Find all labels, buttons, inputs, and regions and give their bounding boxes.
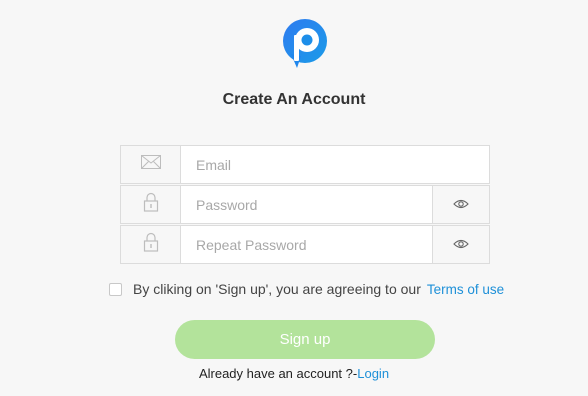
lock-icon: [143, 192, 159, 217]
envelope-icon: [140, 155, 161, 174]
password-addon: [120, 185, 181, 224]
terms-agreement-text: By cliking on 'Sign up', you are agreein…: [133, 281, 421, 297]
login-prompt-text: Already have an account ?-: [198, 366, 358, 381]
repeat-password-field: [120, 225, 490, 264]
app-logo-icon: [281, 18, 329, 70]
login-link[interactable]: Login: [357, 366, 389, 381]
repeat-password-visibility-toggle[interactable]: [433, 225, 490, 264]
terms-of-use-link[interactable]: Terms of use: [427, 282, 504, 297]
password-input[interactable]: [196, 196, 432, 213]
password-field: [120, 185, 490, 224]
lock-icon: [143, 232, 159, 257]
login-prompt: Already have an account ?-Login: [0, 366, 588, 381]
eye-icon: [453, 196, 469, 214]
signup-button[interactable]: Sign up: [175, 320, 435, 359]
password-visibility-toggle[interactable]: [433, 185, 490, 224]
repeat-password-addon: [120, 225, 181, 264]
email-input[interactable]: [196, 156, 489, 173]
eye-icon: [453, 236, 469, 254]
repeat-password-input[interactable]: [196, 236, 432, 253]
email-addon: [120, 145, 181, 184]
email-field: [120, 145, 490, 184]
page-title: Create An Account: [222, 91, 366, 108]
terms-checkbox[interactable]: [109, 282, 122, 296]
terms-agreement: By cliking on 'Sign up', you are agreein…: [109, 281, 504, 297]
